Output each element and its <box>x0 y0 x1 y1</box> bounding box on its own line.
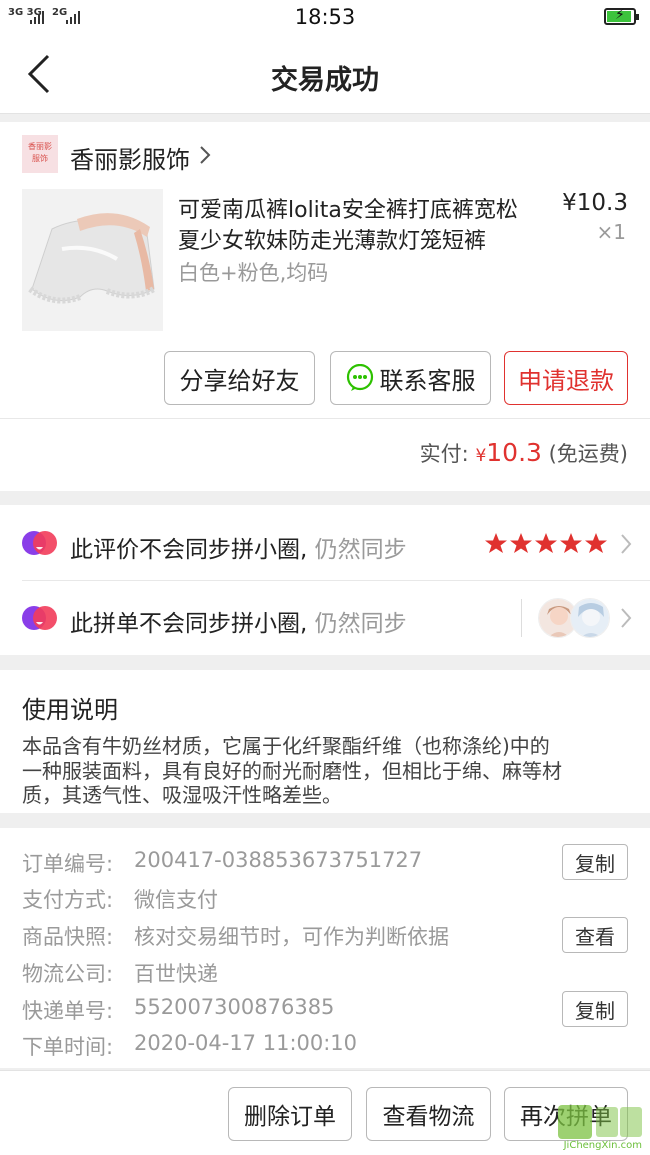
share-button[interactable]: 分享给好友 <box>164 351 315 405</box>
payment-method-label: 支付方式: <box>22 888 114 912</box>
review-sync-text: 此评价不会同步拼小圈, <box>70 537 308 563</box>
divider <box>22 580 650 581</box>
wechat-icon <box>346 364 373 391</box>
contact-service-button[interactable]: 联系客服 <box>330 351 491 405</box>
tracking-number: 552007300876385 <box>134 995 335 1019</box>
snapshot-label: 商品快照: <box>22 925 114 949</box>
order-time: 2020-04-17 11:00:10 <box>134 1031 358 1055</box>
view-logistics-button[interactable]: 查看物流 <box>366 1087 491 1141</box>
usage-text-line-3: 质，其透气性、吸湿吸汗性略差些。 <box>22 783 342 807</box>
star-icon <box>535 533 557 553</box>
logistics-company-label: 物流公司: <box>22 962 114 986</box>
refund-button[interactable]: 申请退款 <box>504 351 628 405</box>
product-variant: 白色+粉色,均码 <box>178 261 329 285</box>
shipping-note: (免运费) <box>541 442 628 466</box>
store-name[interactable]: 香丽影服饰 <box>70 140 190 175</box>
logistics-company: 百世快递 <box>134 962 218 986</box>
snapshot-description: 核对交易细节时，可作为判断依据 <box>134 925 449 949</box>
group-sync-action[interactable]: 仍然同步 <box>307 611 407 637</box>
watermark-text: JiChengXin.com <box>563 1140 642 1151</box>
group-sync-text: 此拼单不会同步拼小圈, <box>70 611 308 637</box>
battery-charging-icon: ⚡ <box>604 8 639 25</box>
delete-order-button[interactable]: 删除订单 <box>228 1087 352 1141</box>
star-icon <box>485 533 507 553</box>
review-sync-action[interactable]: 仍然同步 <box>307 537 407 563</box>
view-snapshot-button[interactable]: 查看 <box>562 917 628 953</box>
paid-value: 10.3 <box>486 438 542 467</box>
product-price: ¥10.3 <box>562 190 628 216</box>
avatar <box>570 598 610 638</box>
currency-symbol: ¥ <box>475 446 487 466</box>
payment-method: 微信支付 <box>134 888 218 912</box>
star-icon <box>560 533 582 553</box>
store-logo[interactable]: 香丽影 服饰 <box>22 135 58 173</box>
order-number-label: 订单编号: <box>22 852 114 876</box>
product-title-line-1[interactable]: 可爱南瓜裤lolita安全裤打底裤宽松 <box>178 192 518 224</box>
paid-label: 实付: <box>419 442 476 466</box>
paid-amount: 实付: ¥10.3 (免运费) <box>420 438 628 468</box>
product-quantity: ×1 <box>596 220 626 244</box>
divider <box>0 418 650 419</box>
order-time-label: 下单时间: <box>22 1035 114 1059</box>
chevron-right-icon[interactable] <box>199 145 211 165</box>
chevron-right-icon[interactable] <box>620 607 632 629</box>
clock: 18:53 <box>294 5 356 29</box>
product-image[interactable] <box>22 189 163 331</box>
star-icon <box>510 533 532 553</box>
contact-service-label: 联系客服 <box>379 366 476 395</box>
pinxiaoquan-icon <box>22 606 57 630</box>
page-title: 交易成功 <box>271 65 379 96</box>
group-sync-row[interactable]: 此拼单不会同步拼小圈, 仍然同步 <box>70 604 407 638</box>
star-icon <box>585 533 607 553</box>
chevron-right-icon[interactable] <box>620 533 632 555</box>
status-bar: 3G 3G 2G 18:53 ⚡ <box>0 0 650 36</box>
rating-stars <box>484 532 608 554</box>
review-sync-row[interactable]: 此评价不会同步拼小圈, 仍然同步 <box>70 530 407 564</box>
pinxiaoquan-icon <box>22 531 57 555</box>
copy-tracking-number-button[interactable]: 复制 <box>562 991 628 1027</box>
tracking-number-label: 快递单号: <box>22 999 114 1023</box>
divider <box>521 599 522 637</box>
nav-bar: 交易成功 <box>0 36 650 114</box>
copy-order-number-button[interactable]: 复制 <box>562 844 628 880</box>
product-title-line-2[interactable]: 夏少女软妹防走光薄款灯笼短裤 <box>178 223 486 255</box>
usage-title: 使用说明 <box>22 696 118 724</box>
order-number: 200417-038853673751727 <box>134 848 423 872</box>
